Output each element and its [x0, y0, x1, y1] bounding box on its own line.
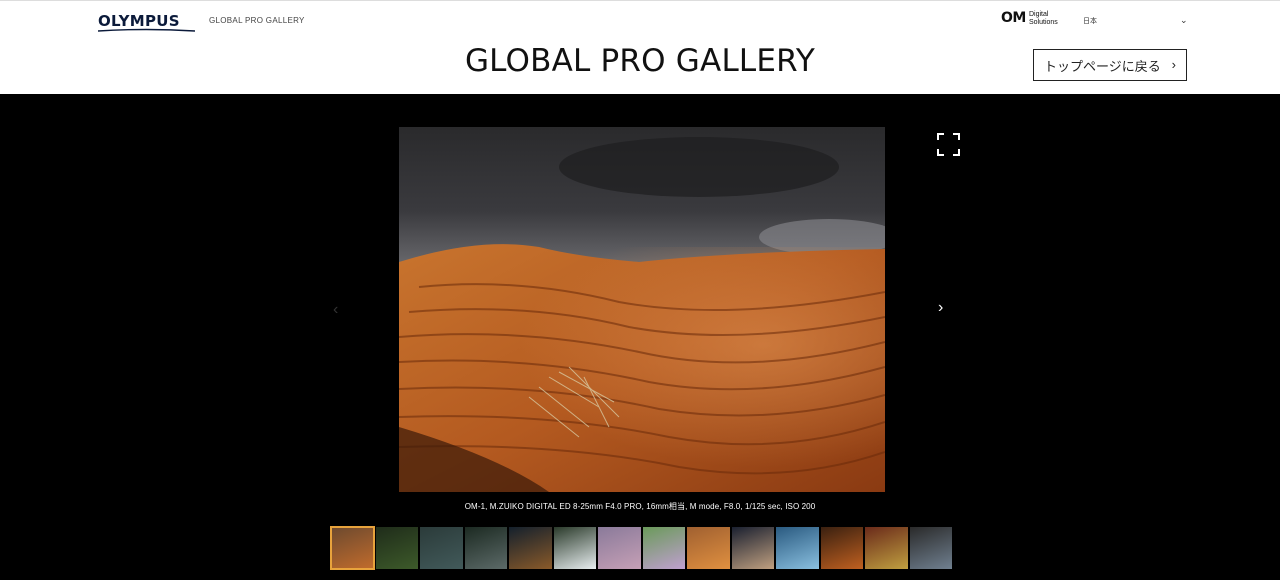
- thumbnail[interactable]: [686, 526, 731, 570]
- om-digital-logo-text: Digital Solutions: [1029, 11, 1058, 27]
- thumbnail[interactable]: [552, 526, 597, 570]
- om-digital-logo[interactable]: OM: [1001, 10, 1026, 26]
- thumbnail-strip: [330, 526, 953, 570]
- desert-photo-image: [399, 127, 885, 492]
- thumbnail[interactable]: [864, 526, 909, 570]
- gallery-viewer: ‹ › OM-1, M.ZUIKO DIGITAL ED 8-25mm F4.0…: [0, 94, 1280, 580]
- thumbnail[interactable]: [463, 526, 508, 570]
- thumbnail[interactable]: [775, 526, 820, 570]
- thumbnail[interactable]: [330, 526, 375, 570]
- language-selector[interactable]: 日本: [1083, 16, 1097, 26]
- thumbnail[interactable]: [508, 526, 553, 570]
- thumbnail[interactable]: [641, 526, 686, 570]
- back-to-top-button[interactable]: トップページに戻る ›: [1033, 49, 1187, 81]
- main-photo[interactable]: [399, 127, 885, 492]
- thumbnail[interactable]: [374, 526, 419, 570]
- olympus-logo-swoosh: [98, 28, 195, 32]
- photo-caption: OM-1, M.ZUIKO DIGITAL ED 8-25mm F4.0 PRO…: [464, 502, 816, 511]
- chevron-right-icon: ›: [1171, 57, 1176, 72]
- thumbnail[interactable]: [419, 526, 464, 570]
- fullscreen-icon[interactable]: [937, 133, 960, 156]
- chevron-down-icon[interactable]: ⌄: [1180, 15, 1188, 26]
- gallery-subtitle: GLOBAL PRO GALLERY: [209, 16, 305, 25]
- thumbnail[interactable]: [908, 526, 953, 570]
- thumbnail[interactable]: [730, 526, 775, 570]
- next-photo-arrow-icon[interactable]: ›: [938, 299, 943, 317]
- previous-photo-arrow-icon[interactable]: ‹: [333, 301, 338, 319]
- thumbnail[interactable]: [597, 526, 642, 570]
- back-to-top-label: トップページに戻る: [1044, 58, 1161, 74]
- om-logo-line1: Digital: [1029, 11, 1049, 18]
- om-logo-line2: Solutions: [1029, 19, 1058, 26]
- thumbnail[interactable]: [819, 526, 864, 570]
- site-header: OLYMPUS GLOBAL PRO GALLERY OM Digital So…: [0, 0, 1280, 94]
